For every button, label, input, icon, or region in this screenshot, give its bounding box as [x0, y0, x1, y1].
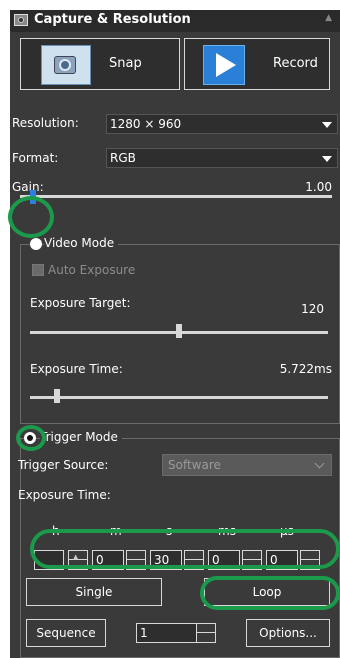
- sequence-button[interactable]: Sequence: [26, 619, 106, 647]
- gain-label: Gain:: [12, 180, 44, 194]
- snap-button[interactable]: Snap: [20, 38, 180, 90]
- microseconds-value: 0: [270, 553, 278, 567]
- options-button[interactable]: Options...: [246, 619, 330, 647]
- record-label: Record: [273, 56, 318, 71]
- resolution-label: Resolution:: [12, 116, 79, 130]
- snap-camera-icon: [41, 45, 91, 85]
- collapse-icon[interactable]: ▲: [325, 13, 332, 23]
- gain-value: 1.00: [305, 180, 332, 194]
- capture-resolution-panel: Capture & Resolution ▲ Snap Record Resol…: [10, 10, 340, 658]
- exposure-time-slider-track[interactable]: [30, 396, 328, 399]
- seconds-field[interactable]: 30: [150, 550, 182, 570]
- microseconds-field[interactable]: 0: [266, 550, 298, 570]
- trigger-mode-radio[interactable]: [24, 432, 36, 444]
- format-label: Format:: [12, 151, 59, 165]
- video-mode-radio[interactable]: [30, 238, 42, 250]
- panel-title: Capture & Resolution: [34, 12, 191, 27]
- sequence-count-value: 1: [140, 626, 148, 640]
- video-mode-label: Video Mode: [44, 236, 119, 250]
- camera-icon: [14, 14, 28, 26]
- unit-s-label: s: [166, 524, 173, 538]
- loop-button[interactable]: Loop: [204, 578, 330, 606]
- chevron-down-icon: [322, 122, 332, 128]
- minutes-value: 0: [96, 553, 104, 567]
- exposure-time-value: 5.722ms: [279, 362, 332, 376]
- milliseconds-spinner[interactable]: [242, 550, 262, 570]
- trigger-source-value: Software: [168, 458, 221, 472]
- milliseconds-field[interactable]: 0: [208, 550, 240, 570]
- exposure-target-value: 120: [301, 302, 324, 316]
- milliseconds-value: 0: [212, 553, 220, 567]
- exposure-time-label: Exposure Time:: [30, 362, 123, 376]
- auto-exposure-checkbox[interactable]: [32, 264, 44, 276]
- auto-exposure-label: Auto Exposure: [48, 263, 136, 277]
- trigger-source-label: Trigger Source:: [18, 458, 109, 472]
- unit-m-label: m: [110, 524, 122, 538]
- minutes-spinner[interactable]: [126, 550, 146, 570]
- unit-h-label: h: [52, 524, 60, 538]
- minutes-field[interactable]: 0: [92, 550, 124, 570]
- resolution-dropdown[interactable]: 1280 × 960: [106, 114, 338, 134]
- gain-slider-thumb[interactable]: [30, 190, 36, 204]
- trigger-mode-label: Trigger Mode: [40, 430, 122, 444]
- chevron-down-icon: [314, 458, 325, 469]
- unit-us-label: µs: [280, 524, 294, 538]
- chevron-down-icon: [322, 156, 332, 162]
- gain-slider-track[interactable]: [20, 195, 332, 198]
- seconds-value: 30: [154, 553, 170, 567]
- snap-label: Snap: [109, 56, 142, 71]
- trigger-source-dropdown[interactable]: Software: [162, 454, 332, 476]
- record-button[interactable]: Record: [184, 38, 330, 90]
- sequence-count-field[interactable]: 1: [136, 623, 198, 643]
- single-button[interactable]: Single: [26, 578, 162, 606]
- microseconds-spinner[interactable]: [300, 550, 320, 570]
- spin-up-icon: ▲: [73, 553, 79, 561]
- seconds-spinner[interactable]: [184, 550, 204, 570]
- hours-field[interactable]: [34, 550, 64, 570]
- resolution-value: 1280 × 960: [110, 117, 182, 131]
- exposure-target-slider-thumb[interactable]: [176, 324, 182, 338]
- trigger-exposure-time-label: Exposure Time:: [18, 488, 111, 502]
- exposure-time-slider-thumb[interactable]: [54, 389, 60, 403]
- sequence-count-spinner[interactable]: [196, 623, 216, 643]
- exposure-target-label: Exposure Target:: [30, 296, 131, 310]
- format-dropdown[interactable]: RGB: [106, 148, 338, 168]
- format-value: RGB: [110, 151, 136, 165]
- unit-ms-label: ms: [218, 524, 236, 538]
- record-play-icon: [203, 45, 245, 85]
- panel-titlebar: Capture & Resolution ▲: [10, 10, 340, 32]
